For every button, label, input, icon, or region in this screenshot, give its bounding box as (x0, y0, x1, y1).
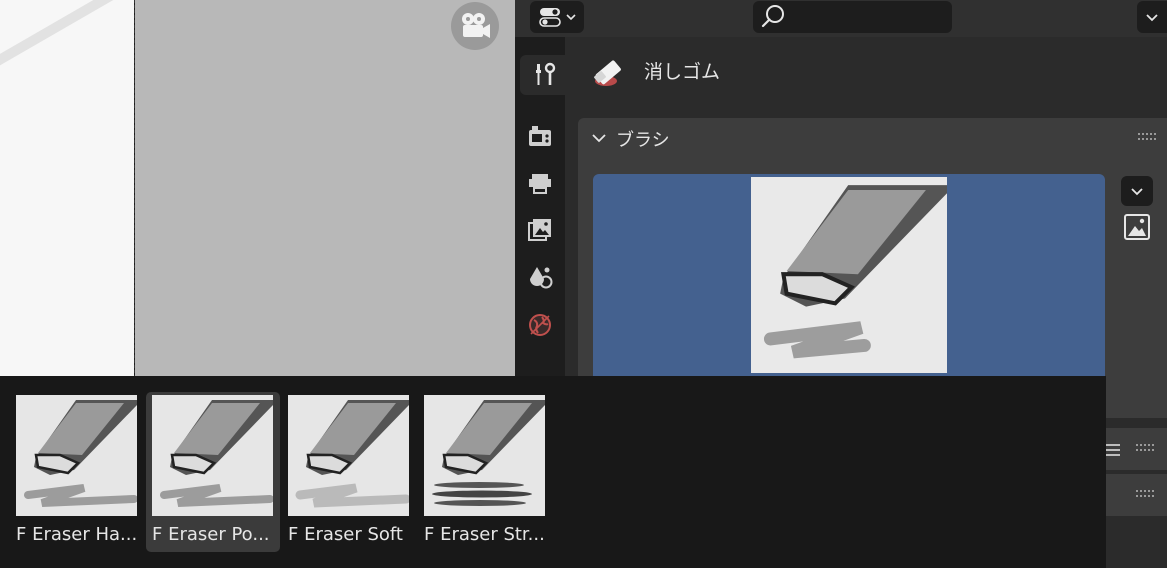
brush-label: F Eraser Soft (288, 524, 403, 545)
tab-scene[interactable] (520, 257, 560, 297)
brush-item-stroke[interactable]: F Eraser Str... (422, 392, 556, 552)
drag-handle-icon[interactable] (1136, 444, 1154, 452)
brush-item-soft[interactable]: F Eraser Soft (286, 392, 420, 552)
drag-handle-icon[interactable] (1138, 133, 1156, 141)
brush-preview-thumbnail[interactable] (751, 177, 947, 373)
brush-label: F Eraser Str... (424, 524, 545, 545)
brush-thumbnail (288, 395, 409, 516)
chevron-down-icon (1146, 14, 1158, 22)
image-stack-icon (528, 219, 551, 241)
brush-item-point[interactable]: F Eraser Po... (146, 392, 280, 552)
active-tool-name: 消しゴム (644, 61, 721, 83)
options-dropdown-button[interactable] (1137, 1, 1167, 33)
brush-thumbnail (152, 395, 273, 516)
brush-label: F Eraser Ha... (16, 524, 138, 545)
scene-shapes-icon (530, 267, 553, 289)
search-icon (761, 5, 784, 28)
image-icon (1124, 214, 1150, 240)
brush-dropdown-button[interactable] (1121, 176, 1153, 206)
eraser-brush-icon (763, 185, 947, 359)
eraser-brush-icon (432, 400, 545, 506)
tab-render[interactable] (520, 116, 560, 156)
brush-thumbnail (424, 395, 545, 516)
browse-image-button[interactable] (1121, 211, 1153, 243)
brush-panel-title[interactable]: ブラシ (616, 126, 670, 152)
drag-handle-icon[interactable] (1136, 490, 1154, 498)
chevron-down-icon (1131, 188, 1143, 196)
eraser-brush-icon (24, 400, 137, 507)
chevron-down-icon[interactable] (590, 129, 608, 147)
tab-world[interactable] (520, 305, 560, 345)
tab-output[interactable] (520, 163, 560, 203)
editor-type-button[interactable] (530, 1, 584, 33)
world-icon (529, 314, 551, 336)
brush-label: F Eraser Po... (152, 524, 270, 545)
camera-view-button[interactable] (451, 2, 499, 50)
printer-icon (529, 174, 551, 194)
eraser-brush-icon (160, 400, 273, 507)
chevron-down-icon (565, 14, 576, 21)
eraser-brush-icon (295, 400, 409, 508)
movie-camera-icon (462, 13, 490, 38)
brush-thumbnail (16, 395, 137, 516)
tab-tool[interactable] (520, 55, 565, 95)
camera-back-icon (529, 126, 551, 146)
collapsed-subpanel[interactable] (1106, 428, 1167, 470)
list-icon (1106, 444, 1120, 456)
tab-view-layer[interactable] (520, 210, 560, 250)
wrench-screwdriver-icon (535, 62, 555, 85)
brush-item-hard[interactable]: F Eraser Ha... (14, 392, 148, 552)
toggles-icon (538, 8, 561, 27)
eraser-icon (594, 60, 621, 86)
collapsed-subpanel[interactable] (1106, 474, 1167, 516)
